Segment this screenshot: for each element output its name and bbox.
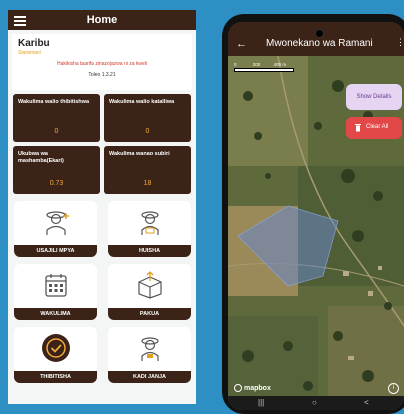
trash-icon (355, 124, 361, 132)
more-options-icon[interactable]: ⋮ (396, 37, 404, 48)
stat-rejected-farmers: Wakulima walio katalliwa 0 (104, 94, 191, 142)
home-app-bar: Home (8, 10, 196, 30)
tile-verify[interactable]: THIBITISHA (14, 327, 97, 383)
farmer-card-icon (140, 337, 159, 361)
stats-grid: Wakulima walio thibitishwa 0 Wakulima wa… (13, 94, 191, 194)
scale-label: 200 (252, 62, 261, 67)
stat-value: 18 (143, 180, 152, 187)
camera-icon (315, 29, 324, 38)
scale-label: 0 (234, 62, 237, 67)
recent-apps-icon[interactable]: ||| (258, 398, 264, 407)
mapbox-attribution: mapbox (234, 384, 271, 392)
home-title: Home (86, 14, 118, 26)
back-arrow-icon[interactable]: ← (236, 38, 247, 50)
stat-value: 0.73 (49, 180, 64, 187)
farmer-add-icon (45, 211, 69, 235)
stat-label: Wakulima wanao subiri (109, 151, 170, 157)
home-nav-icon[interactable]: ○ (312, 398, 317, 407)
tile-label: PAKUA (108, 308, 191, 320)
user-role: Staramani (18, 50, 41, 56)
system-nav-bar: ||| ○ < (228, 396, 404, 410)
action-tiles: USAJILI MPYA HUISHA WAKULIMA PAKUA THIBI… (14, 201, 191, 383)
stat-label: Wakulima walio thibitishwa (18, 99, 90, 105)
tile-farmers[interactable]: WAKULIMA (14, 264, 97, 320)
tile-label: THIBITISHA (14, 371, 97, 383)
clear-all-button[interactable]: Clear All (346, 117, 402, 139)
stat-pending-farmers: Wakulima wanao subiri 18 (104, 146, 191, 194)
stat-farm-size: Ukubwa wa mashamba(Ekari) 0.73 (13, 146, 100, 194)
stat-value: 0 (145, 128, 150, 135)
box-upload-icon (137, 271, 162, 299)
mapbox-logo-icon (234, 384, 242, 392)
info-icon[interactable]: i (388, 383, 399, 394)
tile-new-registration[interactable]: USAJILI MPYA (14, 201, 97, 257)
tile-download[interactable]: PAKUA (108, 264, 191, 320)
back-nav-icon[interactable]: < (364, 398, 369, 407)
map-scale-bar: 0 200 400 m (234, 62, 294, 72)
clear-all-label: Clear All (366, 124, 389, 130)
phone-frame: ← Mwonekano wa Ramani ⋮ 0 200 400 m Show… (222, 14, 404, 414)
stat-label: Wakulima walio katalliwa (109, 99, 175, 105)
show-details-button[interactable]: Show Details (346, 84, 402, 110)
greeting-text: Karibu (18, 38, 50, 49)
app-version: Toleo 1.3.21 (88, 72, 116, 78)
home-screen: Home Karibu Staramani Hakikisha taarifa … (8, 10, 196, 404)
tile-label: KADI JANJA (108, 371, 191, 383)
tile-smart-card[interactable]: KADI JANJA (108, 327, 191, 383)
calendar-icon (44, 274, 67, 297)
map-app-bar: ← Mwonekano wa Ramani ⋮ (228, 22, 404, 56)
stat-value: 0 (54, 128, 59, 135)
map-title: Mwonekano wa Ramani (266, 38, 373, 49)
accuracy-warning: Hakikisha taarifa zinazojazwa ni za kwel… (56, 61, 148, 67)
map-screen: ← Mwonekano wa Ramani ⋮ 0 200 400 m Show… (228, 22, 404, 410)
stat-label: Ukubwa wa mashamba(Ekari) (18, 151, 64, 164)
stat-verified-farmers: Wakulima walio thibitishwa 0 (13, 94, 100, 142)
greeting-card: Karibu Staramani Hakikisha taarifa zinaz… (12, 34, 192, 90)
tile-update[interactable]: HUISHA (108, 201, 191, 257)
tile-label: USAJILI MPYA (14, 245, 97, 257)
scale-label: 400 m (273, 62, 287, 67)
farmer-update-icon (140, 211, 159, 235)
tile-label: WAKULIMA (14, 308, 97, 320)
check-circle-icon (41, 334, 70, 362)
tile-label: HUISHA (108, 245, 191, 257)
